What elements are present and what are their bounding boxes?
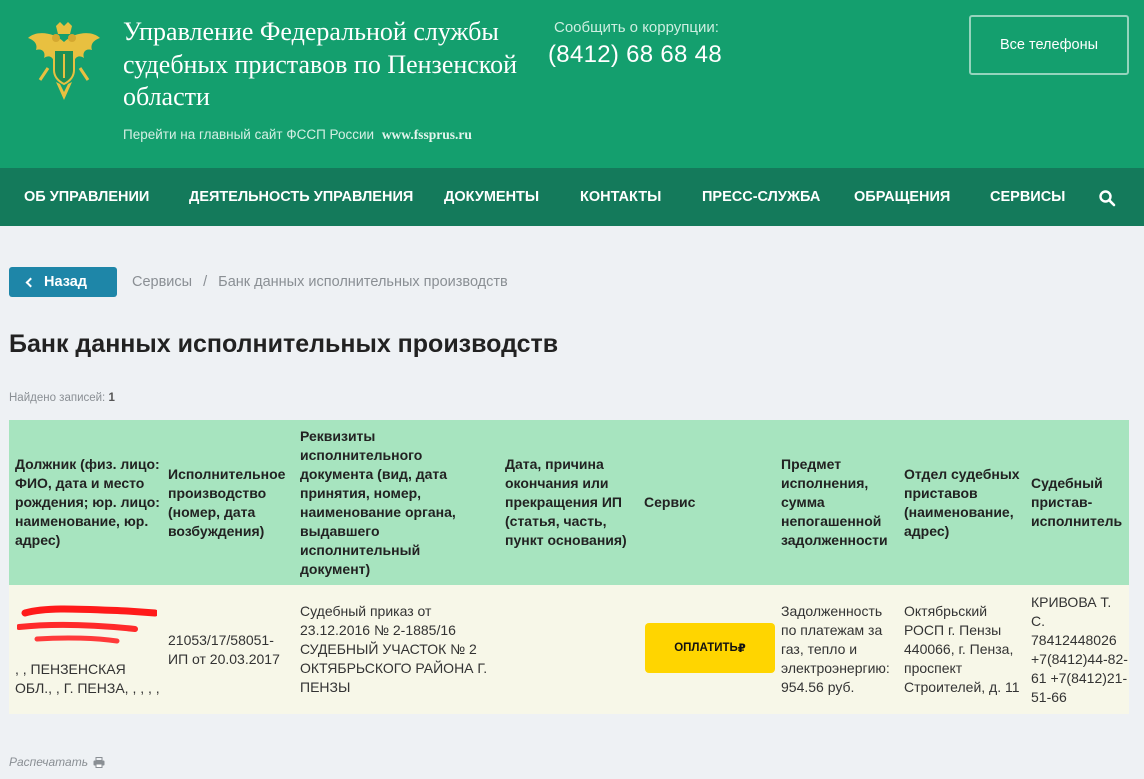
pay-button-label: ОПЛАТИТЬ (674, 642, 738, 654)
ruble-icon: ₽ (737, 643, 746, 655)
main-nav: ОБ УПРАВЛЕНИИ ДЕЯТЕЛЬНОСТЬ УПРАВЛЕНИЯ ДО… (0, 168, 1144, 226)
page-title: Банк данных исполнительных производств (9, 330, 559, 358)
print-label: Распечатать (9, 755, 89, 769)
breadcrumb-item-services[interactable]: Сервисы (132, 274, 192, 290)
header-bailiff: Судебный пристав-исполнитель (1031, 475, 1123, 529)
nav-item-documents[interactable]: ДОКУМЕНТЫ (444, 168, 539, 226)
print-link[interactable]: Распечатать (9, 755, 105, 769)
chevron-left-icon (25, 277, 36, 287)
nav-item-appeals[interactable]: ОБРАЩЕНИЯ (854, 168, 950, 226)
org-title[interactable]: Управление Федеральной службы судебных п… (123, 16, 523, 114)
breadcrumb: Сервисы / Банк данных исполнительных про… (132, 274, 508, 290)
cell-document: Судебный приказ от 23.12.2016 № 2-1885/1… (300, 603, 488, 695)
back-button-label: Назад (44, 274, 87, 290)
header-service: Сервис (644, 494, 696, 510)
search-icon[interactable] (1098, 189, 1116, 207)
main-site-link[interactable]: Перейти на главный сайт ФССП России www.… (123, 127, 472, 143)
site-header: Управление Федеральной службы судебных п… (0, 0, 1144, 168)
breadcrumb-separator: / (203, 274, 208, 290)
main-site-url[interactable]: www.fssprus.ru (382, 127, 472, 142)
records-found-count: 1 (108, 392, 115, 404)
header-department: Отдел судебных приставов (наименование, … (904, 465, 1020, 539)
cell-subject: Задолженность по платежам за газ, тепло … (781, 603, 890, 695)
nav-item-contacts[interactable]: КОНТАКТЫ (580, 168, 661, 226)
cell-bailiff: КРИВОВА Т. С. 78412448026 +7(8412)44-82-… (1031, 593, 1128, 705)
cell-department: Октябрьский РОСП г. Пензы 440066, г. Пен… (904, 603, 1020, 695)
cell-end-reason (505, 585, 640, 714)
header-end-reason: Дата, причина окончания или прекращения … (505, 456, 627, 548)
nav-item-services[interactable]: СЕРВИСЫ (990, 168, 1065, 226)
back-button[interactable]: Назад (9, 267, 117, 297)
header-debtor: Должник (физ. лицо: ФИО, дата и место ро… (15, 456, 160, 548)
header-subject: Предмет исполнения, сумма непогашенной з… (781, 456, 888, 548)
table-header: Должник (физ. лицо: ФИО, дата и место ро… (9, 420, 1129, 585)
all-phones-button[interactable]: Все телефоны (969, 15, 1129, 75)
nav-item-about[interactable]: ОБ УПРАВЛЕНИИ (24, 168, 149, 226)
corruption-phone[interactable]: (8412) 68 68 48 (548, 41, 722, 69)
main-site-text[interactable]: Перейти на главный сайт ФССП России (123, 127, 374, 142)
printer-icon (93, 756, 105, 768)
table-row: , , ПЕНЗЕНСКАЯ ОБЛ., , Г. ПЕНЗА, , , , ,… (9, 585, 1129, 714)
nav-item-activity[interactable]: ДЕЯТЕЛЬНОСТЬ УПРАВЛЕНИЯ (189, 168, 413, 226)
pay-button[interactable]: ОПЛАТИТЬ ₽ (645, 623, 775, 673)
corruption-label: Сообщить о коррупции: (554, 19, 719, 36)
cell-proceeding: 21053/17/58051-ИП от 20.03.2017 (168, 631, 280, 667)
cell-debtor: , , ПЕНЗЕНСКАЯ ОБЛ., , Г. ПЕНЗА, , , , , (15, 661, 160, 696)
header-proceeding: Исполнительное производство (номер, дата… (168, 465, 286, 539)
records-found-label: Найдено записей: (9, 392, 106, 404)
breadcrumb-item-current: Банк данных исполнительных производств (218, 274, 508, 290)
header-document: Реквизиты исполнительного документа (вид… (300, 427, 456, 577)
nav-item-press[interactable]: ПРЕСС-СЛУЖБА (702, 168, 820, 226)
fssp-emblem-icon[interactable] (26, 22, 102, 102)
records-found: Найдено записей: 1 (9, 392, 115, 404)
